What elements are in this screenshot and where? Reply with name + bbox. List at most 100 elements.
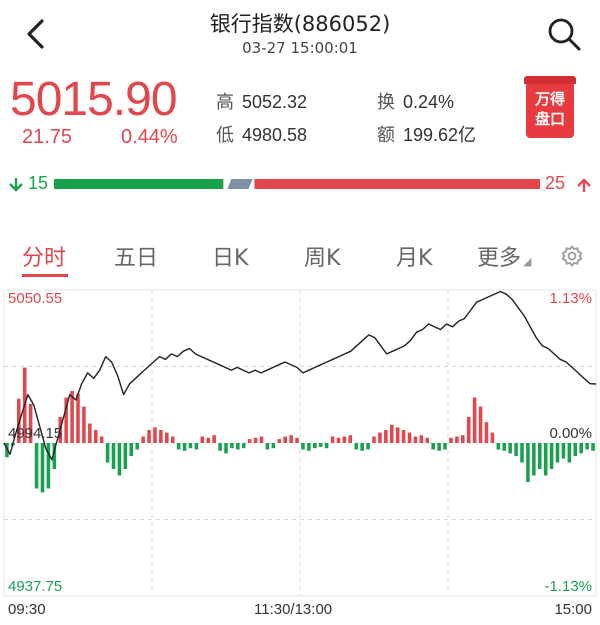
volume-bar — [431, 443, 435, 450]
volume-bar — [206, 437, 211, 443]
volume-bar — [330, 436, 335, 443]
volume-bar — [561, 443, 566, 459]
volume-bar — [591, 443, 595, 451]
volume-bar — [324, 443, 329, 449]
tab-more[interactable]: 更多 ◢ — [477, 240, 531, 272]
volume-bar — [573, 443, 578, 456]
stat-turnover-label: 换 — [377, 92, 395, 112]
tab-monthly-k[interactable]: 月K — [396, 240, 432, 272]
volume-bar — [496, 443, 501, 450]
volume-bar — [384, 430, 388, 443]
volume-bar — [283, 436, 287, 443]
volume-bar — [111, 443, 116, 469]
gear-icon[interactable] — [560, 244, 584, 268]
volume-bar — [449, 437, 453, 443]
volume-bar — [212, 435, 216, 443]
volume-bar — [123, 443, 128, 469]
volume-bar — [247, 439, 252, 443]
tab-intraday[interactable]: 分时 — [22, 240, 66, 272]
decliners-segment — [54, 179, 224, 189]
volume-bar — [182, 443, 187, 451]
advance-decline-bar — [54, 179, 540, 189]
price-change: 21.75 — [22, 126, 73, 148]
stat-turnover: 换 0.24% — [377, 88, 454, 114]
volume-bar — [336, 437, 341, 443]
volume-bar — [514, 443, 518, 456]
axis-mid-pct: 0.00% — [549, 425, 592, 442]
wind-order-book-button[interactable]: 万得 盘口 — [524, 76, 576, 138]
stat-high-label: 高 — [216, 92, 234, 112]
volume-bar — [437, 443, 441, 451]
volume-bar — [354, 443, 359, 450]
volume-bar — [372, 436, 376, 443]
axis-top-price: 5050.55 — [8, 290, 63, 307]
last-price: 5015.90 — [10, 73, 178, 126]
volume-bar — [82, 406, 86, 443]
volume-bar — [159, 430, 163, 443]
volume-bar — [224, 443, 228, 454]
intraday-chart[interactable] — [0, 284, 600, 600]
volume-bar — [141, 436, 145, 443]
tab-weekly-k[interactable]: 周K — [304, 240, 340, 272]
volume-bar — [313, 443, 317, 449]
volume-bar — [218, 443, 222, 451]
volume-bar — [70, 391, 74, 443]
stat-low: 低 4980.58 — [216, 121, 307, 147]
volume-bar — [93, 430, 98, 443]
volume-bar — [147, 430, 151, 443]
volume-bar — [265, 443, 270, 450]
advancers-segment — [254, 179, 540, 189]
volume-bar — [508, 443, 512, 454]
volume-bar — [176, 443, 181, 450]
advancers-count: 25 — [545, 173, 566, 193]
volume-bar — [165, 432, 169, 443]
volume-bar — [502, 443, 507, 451]
tab-five-day[interactable]: 五日 — [114, 240, 158, 272]
stat-amount-value: 199.62亿 — [403, 125, 477, 145]
volume-bar — [484, 422, 489, 443]
volume-bar — [76, 393, 80, 443]
volume-bar — [318, 443, 323, 447]
volume-bar — [241, 443, 246, 449]
stat-amount: 额 199.62亿 — [377, 121, 476, 147]
volume-bar — [407, 432, 412, 443]
stat-low-label: 低 — [216, 125, 234, 145]
volume-bar — [478, 406, 483, 443]
stat-high: 高 5052.32 — [216, 88, 307, 114]
time-start-label: 09:30 — [8, 601, 46, 618]
volume-bar — [455, 436, 459, 443]
volume-bar — [567, 443, 572, 463]
volume-bar — [413, 436, 418, 443]
volume-bar — [526, 443, 530, 482]
tab-daily-k[interactable]: 日K — [212, 240, 248, 272]
volume-bar — [289, 435, 293, 443]
volume-bar — [366, 443, 370, 450]
volume-bar — [543, 443, 548, 476]
volume-bar — [395, 427, 400, 443]
volume-bar — [472, 397, 477, 443]
tab-active-indicator — [22, 274, 68, 277]
volume-bar — [461, 435, 465, 443]
volume-bar — [425, 437, 430, 443]
tab-more-label: 更多 — [477, 246, 522, 271]
up-arrow-icon — [577, 178, 591, 192]
search-icon[interactable] — [546, 16, 582, 52]
volume-bar — [277, 439, 282, 443]
volume-bar — [135, 443, 139, 450]
volume-bar — [230, 443, 234, 449]
volume-bar — [271, 443, 276, 449]
volume-bar — [490, 432, 495, 443]
page-title: 银行指数(886052) — [209, 12, 391, 36]
volume-bar — [585, 443, 589, 450]
volume-bar — [99, 436, 104, 443]
volume-bar — [253, 437, 258, 443]
volume-bar — [401, 430, 406, 443]
volume-bar — [466, 417, 471, 443]
volume-bar — [34, 443, 39, 489]
axis-bottom-pct: -1.13% — [544, 578, 592, 595]
flat-segment — [227, 179, 253, 189]
volume-bar — [555, 443, 560, 463]
volume-bar — [378, 432, 382, 443]
volume-bar — [295, 437, 299, 443]
volume-bar — [549, 443, 554, 469]
